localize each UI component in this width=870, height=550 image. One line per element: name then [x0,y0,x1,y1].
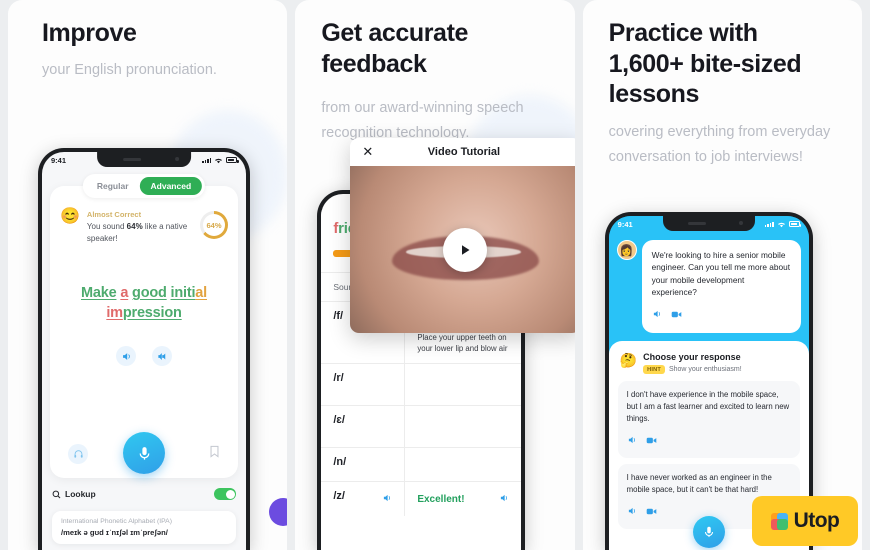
page-subtitle: your English pronunciation. [42,62,217,78]
ipa-card: International Phonetic Alphabet (IPA) /m… [52,511,236,544]
score-ring: 64% [200,211,228,239]
message-text: We're looking to hire a senior mobile en… [651,250,791,298]
message-bubble: We're looking to hire a senior mobile en… [641,240,801,333]
screenshot-root: Improve your English pronunciation. 9:41 [0,0,870,550]
utop-logo-icon [770,512,788,530]
word-a: a [120,285,129,301]
ipa-label: International Phonetic Alphabet (IPA) [61,518,172,525]
word-pression: pression [122,304,182,321]
segment-advanced[interactable]: Advanced [139,177,203,195]
bookmark-icon[interactable] [209,445,220,463]
video-icon[interactable] [646,503,657,521]
wifi-icon [215,158,222,163]
result-label: Excellent! [417,493,465,505]
sheet-header: 🤔 Choose your response HINT Show your en… [618,350,800,381]
feedback-body: You sound 64% like a native speaker! [86,222,188,243]
page-title: Practice with 1,600+ bite-sized lessons [608,19,802,108]
practice-sentence: Make a good initial impression [62,284,226,323]
video-icon[interactable] [646,432,657,450]
table-row[interactable]: /ɛ/ [321,406,522,448]
video-header: ✕ Video Tutorial [350,138,575,166]
close-icon[interactable]: ✕ [362,144,373,160]
word-im: im [106,304,123,321]
hint-badge: HINT [643,365,665,374]
status-bar: 9:41 [42,152,246,168]
sound-phoneme: /r/ [333,372,344,384]
battery-icon [788,221,802,227]
speaker-icon[interactable] [652,306,662,324]
word-initi: initi [170,285,196,301]
feature-panel-feedback: Get accurate feedback from our award-winn… [295,0,575,550]
mic-button[interactable] [692,516,725,548]
speaker-icon[interactable] [382,490,392,508]
lookup-toggle[interactable] [214,488,236,500]
sound-phoneme: /n/ [333,456,347,468]
status-bar: 9:41 [609,216,809,232]
play-icon[interactable] [443,227,488,272]
wifi-icon [777,222,785,227]
message-row-interviewer: 👩 We're looking to hire a senior mobile … [616,240,801,333]
search-icon [52,490,61,498]
word-al: al [195,285,207,301]
response-option[interactable]: I don't have experience in the mobile sp… [617,381,800,459]
video-title: Video Tutorial [427,146,501,158]
sound-phoneme: /z/ [333,490,345,502]
pronunciation-card: 😊 Almost Correct You sound 64% like a na… [50,186,238,478]
mode-segmented-control[interactable]: Regular Advanced [82,174,206,198]
thinking-emoji-icon: 🤔 [619,352,638,368]
option-text: I have never worked as an engineer in th… [626,473,772,495]
speaker-icon[interactable] [116,346,136,366]
segment-regular[interactable]: Regular [86,177,140,195]
decor-purple-dot [269,498,288,526]
emoji-icon: 😊 [60,208,80,225]
score-value: 64% [203,214,225,236]
word-good: good [132,285,167,301]
headphone-icon[interactable] [68,444,88,464]
pronunciation-tip: Place your upper teeth on your lower lip… [417,333,508,353]
speaker-icon[interactable] [499,490,509,508]
sound-phoneme: /ɛ/ [333,414,345,426]
mic-button[interactable] [123,432,165,474]
status-time: 9:41 [51,155,67,165]
cellular-icon [764,221,774,227]
video-frame[interactable] [350,166,575,333]
battery-icon [226,157,239,163]
audio-icon-row [50,346,238,366]
page-title: Get accurate feedback [321,19,468,78]
option-text: I don't have experience in the mobile sp… [626,390,790,424]
brand-name: Utop [793,509,840,532]
table-row[interactable]: /z/ Excellent! [321,482,522,516]
feedback-title: Almost Correct [86,210,142,219]
page-subtitle: covering everything from everyday conver… [608,124,831,165]
video-tutorial-overlay: ✕ Video Tutorial [350,138,575,333]
feature-panel-improve: Improve your English pronunciation. 9:41 [8,0,288,550]
ipa-transcription: /meɪk ə ɡʊd ɪˈnɪʃəl ɪmˈpreʃən/ [61,528,168,537]
feedback-row: 😊 Almost Correct You sound 64% like a na… [60,209,228,244]
lookup-row[interactable]: Lookup [52,488,236,500]
table-row[interactable]: /r/ [321,364,522,406]
slow-speaker-icon[interactable] [152,346,172,366]
speaker-icon[interactable] [627,432,637,450]
video-icon[interactable] [671,306,682,324]
lookup-label: Lookup [65,489,96,499]
speaker-icon[interactable] [627,503,637,521]
brand-badge[interactable]: Utop [751,496,858,546]
hint-text: Show your enthusiasm! [668,366,742,373]
cellular-icon [202,157,211,163]
phone-mockup-1: 9:41 Regular Advanced 😊 Almost Correct Y… [38,148,250,550]
page-title: Improve [42,19,137,47]
sheet-title: Choose your response [643,352,741,362]
status-time: 9:41 [617,219,633,229]
sound-phoneme: /f/ [333,310,344,322]
avatar: 👩 [616,240,637,260]
feature-panel-lessons: Practice with 1,600+ bite-sized lessons co… [582,0,862,550]
word-make: Make [80,285,117,301]
table-row[interactable]: /n/ [321,448,522,482]
